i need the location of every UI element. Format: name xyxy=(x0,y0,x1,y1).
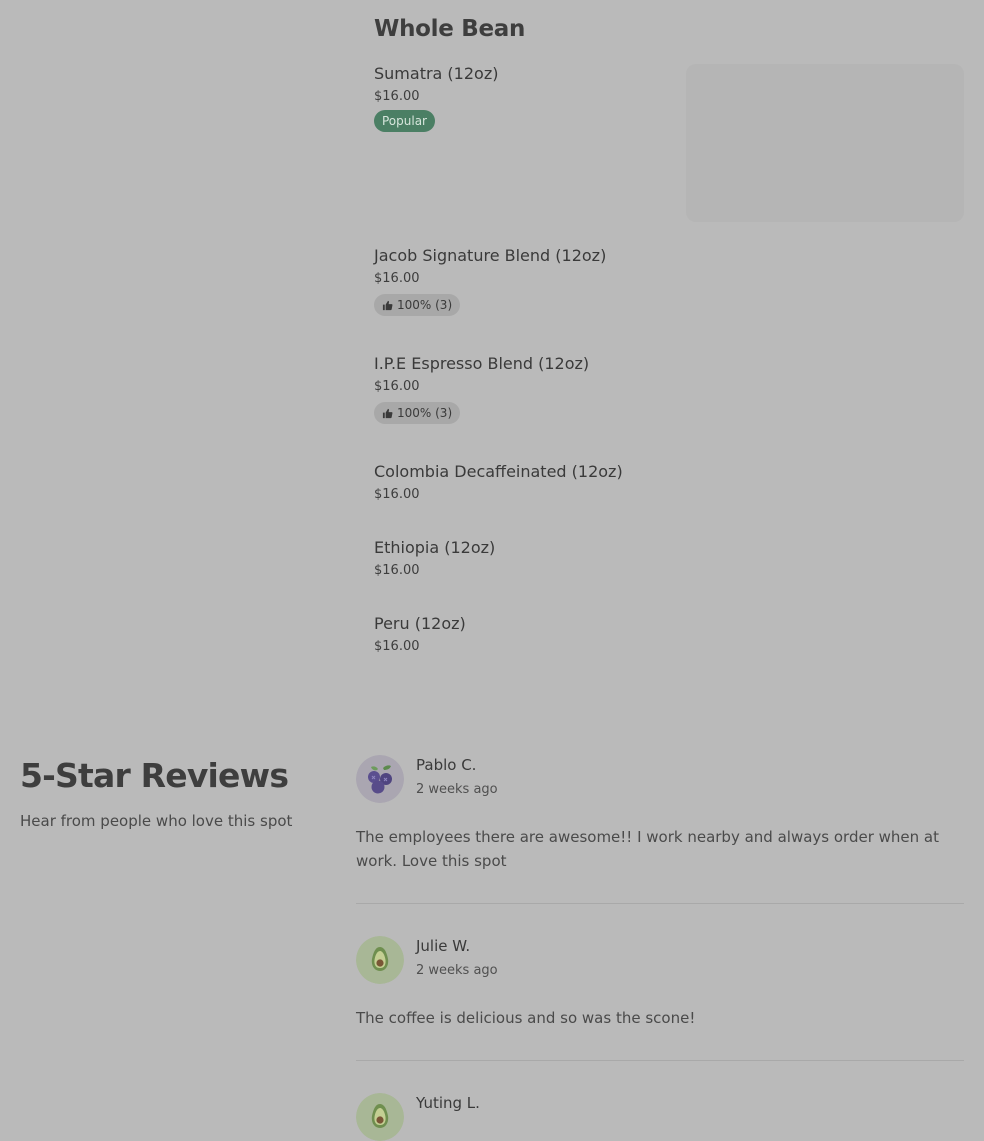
thumbs-up-icon xyxy=(382,408,393,419)
item-price: $16.00 xyxy=(374,639,420,654)
reviewer-name: Yuting L. xyxy=(416,1094,480,1112)
reviews-heading: 5-Star Reviews xyxy=(20,756,289,795)
avocado-icon xyxy=(356,1093,404,1141)
menu-item[interactable]: Colombia Decaffeinated (12oz) $16.00 xyxy=(374,462,964,502)
item-name: I.P.E Espresso Blend (12oz) xyxy=(374,354,590,373)
thumbs-up-icon xyxy=(382,300,393,311)
item-price: $16.00 xyxy=(374,379,420,394)
popular-badge: Popular xyxy=(374,110,435,132)
review-text: The coffee is delicious and so was the s… xyxy=(356,1009,696,1027)
reviews-subtitle: Hear from people who love this spot xyxy=(20,812,293,830)
avocado-icon xyxy=(356,936,404,984)
menu-item[interactable]: Ethiopia (12oz) $16.00 xyxy=(374,538,964,578)
menu-item[interactable]: Jacob Signature Blend (12oz) $16.00 100%… xyxy=(374,246,964,316)
review-date: 2 weeks ago xyxy=(416,963,498,978)
item-price: $16.00 xyxy=(374,271,420,286)
divider xyxy=(356,903,964,904)
item-price: $16.00 xyxy=(374,487,420,502)
section-title: Whole Bean xyxy=(374,16,526,42)
reviewer-name: Pablo C. xyxy=(416,756,477,774)
rating-badge: 100% (3) xyxy=(374,294,461,316)
item-name: Peru (12oz) xyxy=(374,614,466,633)
item-name: Ethiopia (12oz) xyxy=(374,538,496,557)
item-image[interactable] xyxy=(686,64,964,222)
review-card: Julie W. 2 weeks ago The coffee is delic… xyxy=(356,936,964,1030)
menu-item[interactable]: Peru (12oz) $16.00 xyxy=(374,614,964,654)
reviewer-name: Julie W. xyxy=(416,937,471,955)
rating-text: 100% (3) xyxy=(397,298,453,312)
item-name: Jacob Signature Blend (12oz) xyxy=(374,246,607,265)
review-card: Pablo C. 2 weeks ago The employees there… xyxy=(356,755,964,873)
review-card: Yuting L. xyxy=(356,1093,964,1141)
menu-item[interactable]: Sumatra (12oz) $16.00 Popular xyxy=(374,64,964,222)
menu-item[interactable]: I.P.E Espresso Blend (12oz) $16.00 100% … xyxy=(374,354,964,424)
rating-text: 100% (3) xyxy=(397,406,453,420)
item-name: Colombia Decaffeinated (12oz) xyxy=(374,462,623,481)
item-price: $16.00 xyxy=(374,563,420,578)
review-text: The employees there are awesome!! I work… xyxy=(356,828,939,870)
review-date: 2 weeks ago xyxy=(416,782,498,797)
blueberry-icon xyxy=(356,755,404,803)
divider xyxy=(356,1060,964,1061)
rating-badge: 100% (3) xyxy=(374,402,461,424)
